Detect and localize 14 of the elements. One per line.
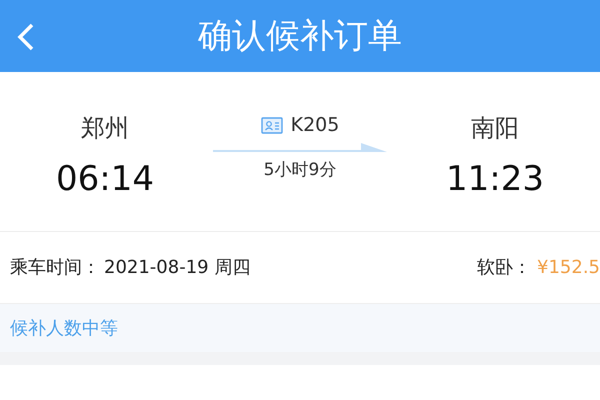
seat-label: 软卧： bbox=[477, 256, 532, 280]
ticket-price: ¥152.5 bbox=[537, 256, 600, 280]
duration: 5小时9分 bbox=[264, 159, 336, 182]
id-card-icon bbox=[260, 116, 283, 134]
page-title: 确认候补订单 bbox=[198, 14, 402, 58]
arrival-time: 11:23 bbox=[446, 158, 544, 201]
travel-date: 2021-08-19 周四 bbox=[104, 256, 250, 280]
back-icon bbox=[17, 23, 35, 51]
waitlist-notice: 候补人数中等 bbox=[10, 316, 118, 340]
departure-station: 郑州 bbox=[81, 113, 129, 144]
date-label: 乘车时间： bbox=[10, 256, 100, 280]
train-number: K205 bbox=[290, 112, 340, 138]
arrival-station: 南阳 bbox=[471, 113, 519, 144]
departure-time: 06:14 bbox=[56, 158, 154, 201]
